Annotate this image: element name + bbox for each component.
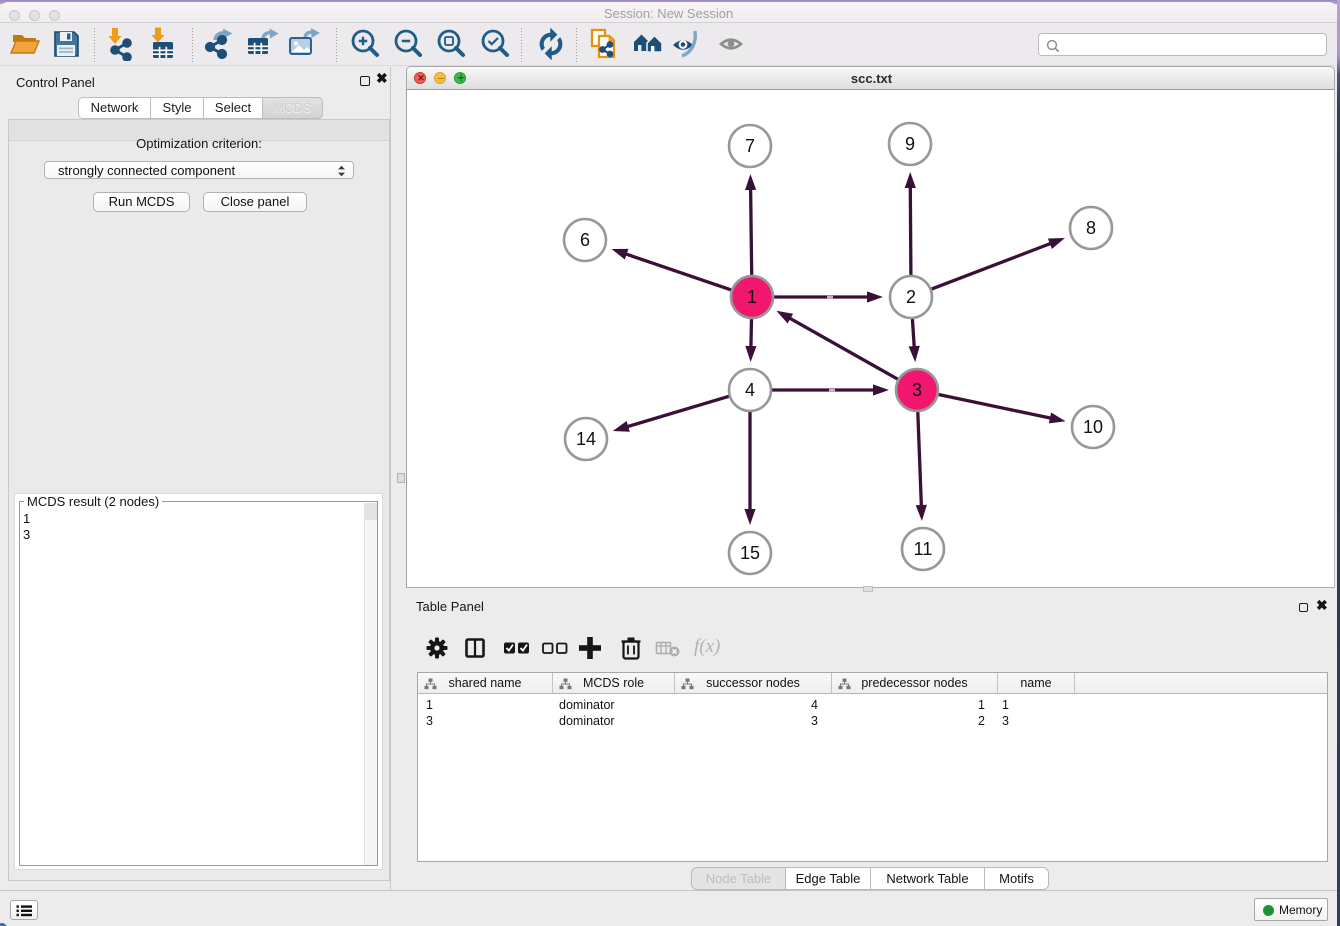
svg-text:10: 10 xyxy=(1083,417,1103,437)
svg-text:7: 7 xyxy=(745,136,755,156)
svg-text:9: 9 xyxy=(905,134,915,154)
svg-text:4: 4 xyxy=(745,380,755,400)
svg-text:11: 11 xyxy=(914,539,933,559)
svg-text:8: 8 xyxy=(1086,218,1096,238)
svg-text:6: 6 xyxy=(580,230,590,250)
svg-text:2: 2 xyxy=(906,287,916,307)
svg-text:14: 14 xyxy=(576,429,596,449)
svg-text:3: 3 xyxy=(912,380,922,400)
svg-text:15: 15 xyxy=(740,543,760,563)
svg-text:1: 1 xyxy=(747,287,757,307)
